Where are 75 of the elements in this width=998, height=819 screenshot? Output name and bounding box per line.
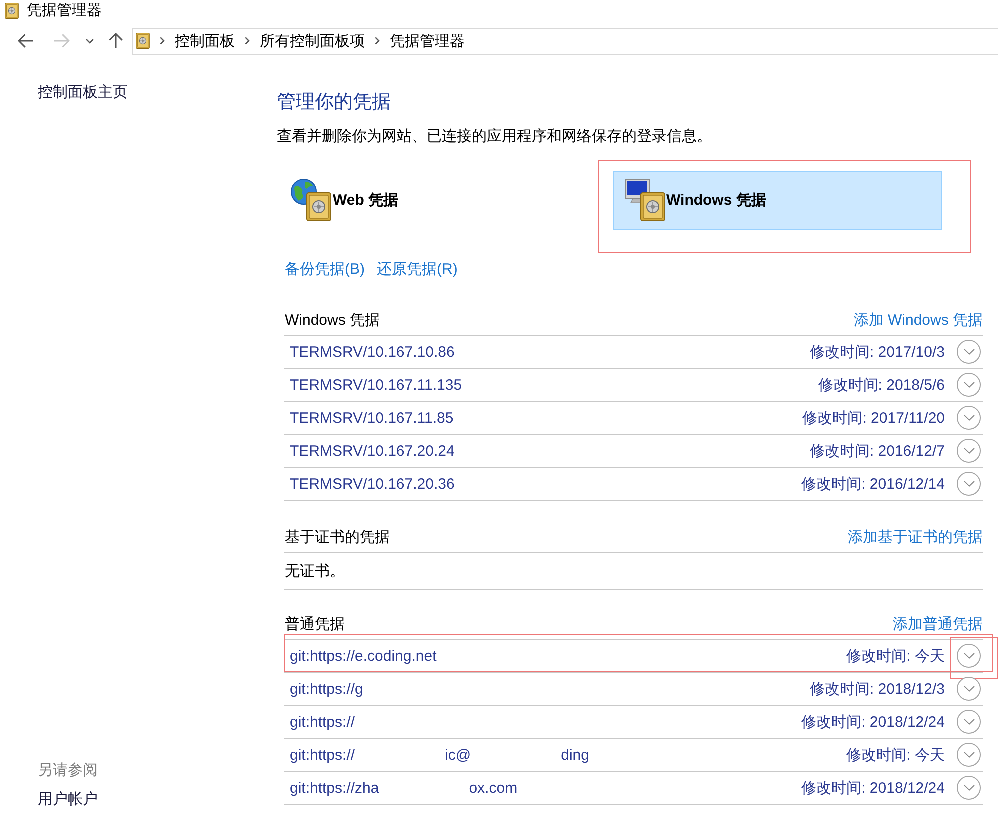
chevron-down-icon (964, 752, 974, 758)
page-heading: 管理你的凭据 (277, 91, 392, 115)
chevron-down-icon (964, 719, 974, 725)
modified-date: 修改时间: 今天 (846, 746, 945, 764)
chevron-down-icon (964, 653, 974, 659)
credential-type-tab[interactable]: Windows 凭据 (612, 170, 942, 230)
expand-button[interactable] (957, 439, 981, 463)
add-credential-link[interactable]: 添加 Windows 凭据 (854, 310, 983, 330)
modified-date: 修改时间: 2018/5/6 (818, 376, 945, 394)
credential-name-fragment: ox.com (469, 780, 518, 796)
section-heading: 普通凭据 (285, 614, 345, 634)
chevron-down-icon (964, 785, 974, 791)
credential-name[interactable]: TERMSRV/10.167.11.135 (290, 376, 462, 394)
sidebar-link[interactable]: 用户帐户 (38, 790, 98, 810)
safe-icon (5, 3, 19, 19)
expand-button[interactable] (957, 340, 981, 364)
credential-name[interactable]: TERMSRV/10.167.20.24 (290, 442, 455, 460)
chevron-right-icon (375, 37, 380, 45)
credential-name[interactable]: git:https://e.coding.net (290, 648, 437, 664)
modified-date: 修改时间: 今天 (846, 646, 945, 666)
chevron-down-icon (964, 481, 974, 487)
chevron-right-icon (245, 37, 250, 45)
modified-date: 修改时间: 2016/12/14 (802, 474, 945, 494)
section-heading: Windows 凭据 (285, 310, 380, 330)
expand-button[interactable] (957, 644, 981, 668)
chevron-down-icon (964, 349, 974, 355)
credential-name-fragment: ic@ (445, 746, 472, 764)
credential-name[interactable]: git:https:// (290, 714, 356, 730)
empty-message: 无证书。 (285, 562, 345, 580)
chevron-down-icon (964, 382, 974, 388)
credential-name[interactable]: TERMSRV/10.167.11.85 (290, 410, 454, 426)
add-credential-link[interactable]: 添加普通凭据 (893, 614, 983, 634)
credential-name[interactable]: TERMSRV/10.167.20.36 (290, 476, 455, 492)
add-credential-link[interactable]: 添加基于证书的凭据 (848, 528, 983, 546)
expand-button[interactable] (957, 472, 981, 496)
modified-date: 修改时间: 2017/10/3 (810, 342, 945, 362)
modified-date: 修改时间: 2018/12/24 (802, 778, 945, 798)
credential-name[interactable]: TERMSRV/10.167.10.86 (290, 344, 455, 360)
expand-button[interactable] (957, 710, 981, 734)
expand-button[interactable] (957, 743, 981, 767)
expand-button[interactable] (957, 776, 981, 800)
credential-type-tab[interactable]: Web 凭据 (279, 171, 608, 230)
arrow-right-icon (54, 34, 70, 48)
expand-button[interactable] (957, 373, 981, 397)
modified-date: 修改时间: 2018/12/3 (810, 680, 945, 698)
credential-name[interactable]: git:https://zha (290, 780, 380, 796)
action-link[interactable]: 备份凭据(B) (285, 260, 365, 280)
breadcrumb-item[interactable]: 控制面板 (175, 32, 235, 50)
globe-safe-icon (291, 179, 332, 222)
chevron-right-icon (160, 37, 165, 45)
arrow-up-icon (109, 33, 123, 49)
section-heading: 基于证书的凭据 (285, 528, 390, 546)
chevron-down-icon (964, 686, 974, 692)
safe-icon (136, 33, 150, 49)
expand-button[interactable] (957, 677, 981, 701)
page-description: 查看并删除你为网站、已连接的应用程序和网络保存的登录信息。 (277, 127, 713, 147)
see-also-heading: 另请参阅 (38, 761, 98, 781)
breadcrumb-item[interactable]: 所有控制面板项 (260, 32, 365, 50)
breadcrumb-item[interactable]: 凭据管理器 (390, 32, 465, 50)
chevron-down-icon (964, 415, 974, 421)
credential-name-fragment: ding (561, 746, 590, 764)
arrow-left-icon (18, 34, 34, 48)
modified-date: 修改时间: 2018/12/24 (802, 712, 945, 732)
credential-name[interactable]: git:https:// (290, 746, 356, 764)
address-bar[interactable]: 控制面板 所有控制面板项 凭据管理器 (132, 28, 998, 54)
chevron-down-icon (964, 448, 974, 454)
window-title: 凭据管理器 (27, 2, 102, 20)
sidebar-link[interactable]: 控制面板主页 (38, 83, 128, 103)
monitor-safe-icon (624, 178, 666, 222)
expand-button[interactable] (957, 406, 981, 430)
modified-date: 修改时间: 2016/12/7 (810, 442, 945, 460)
modified-date: 修改时间: 2017/11/20 (802, 408, 945, 428)
chevron-down-icon (86, 38, 94, 44)
action-link[interactable]: 还原凭据(R) (377, 260, 458, 280)
credential-name[interactable]: git:https://g (290, 680, 364, 698)
